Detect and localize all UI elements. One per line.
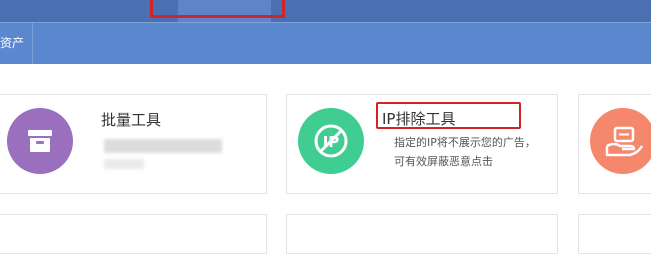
sub-nav-item-assets[interactable]: 资产 <box>0 23 34 64</box>
ip-tool-icon-circle: IP <box>298 108 364 174</box>
tools-content-area: 批量工具 IP IP排除工具 指定的IP将不展示您的广告， 可有效屏蔽恶意点击 <box>0 64 651 254</box>
batch-tool-icon-circle <box>7 108 73 174</box>
tool-card-ip-exclusion[interactable]: IP IP排除工具 指定的IP将不展示您的广告， 可有效屏蔽恶意点击 <box>286 94 558 194</box>
tool-card-row2-1[interactable] <box>0 214 267 254</box>
batch-tool-title: 批量工具 <box>101 111 162 129</box>
archive-box-icon <box>28 130 52 152</box>
batch-tool-desc-blurred-2 <box>104 159 144 169</box>
annotation-highlight-ip-tool-title <box>376 102 521 129</box>
top-nav-bar <box>0 0 651 22</box>
tool-card-batch[interactable]: 批量工具 <box>0 94 267 194</box>
ip-tool-description: 指定的IP将不展示您的广告， 可有效屏蔽恶意点击 <box>394 133 559 171</box>
third-tool-icon-circle <box>590 108 651 174</box>
batch-tool-desc-blurred <box>104 139 222 153</box>
tool-card-row2-2[interactable] <box>286 214 558 254</box>
ip-tool-desc-line1: 指定的IP将不展示您的广告， <box>394 136 536 149</box>
sub-nav-bar: 资产 <box>0 22 651 64</box>
tool-card-third[interactable] <box>578 94 651 194</box>
hand-money-icon <box>605 126 644 157</box>
tool-card-row2-3[interactable] <box>578 214 651 254</box>
annotation-highlight-top-tab <box>150 0 285 18</box>
ip-blocked-icon: IP <box>314 124 348 158</box>
ip-tool-desc-line2: 可有效屏蔽恶意点击 <box>394 155 493 168</box>
